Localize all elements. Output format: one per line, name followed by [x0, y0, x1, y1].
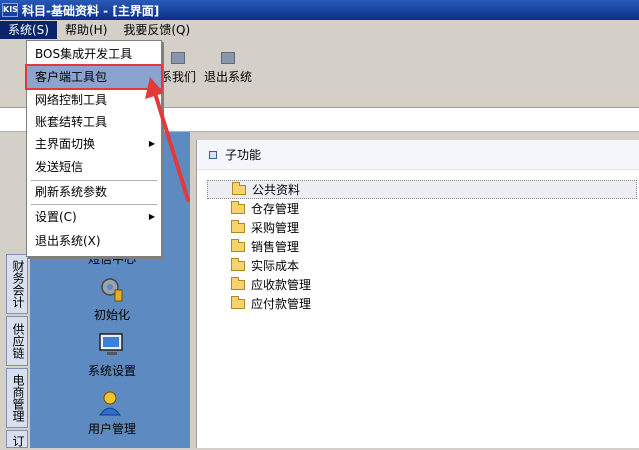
- tree-node-inventory[interactable]: 仓存管理: [207, 199, 637, 218]
- menu-feedback[interactable]: 我要反馈(Q): [115, 21, 198, 39]
- folder-icon: [232, 181, 246, 195]
- tree-node-public-data[interactable]: 公共资料: [207, 180, 637, 199]
- user-icon: [99, 391, 121, 416]
- sub-function-panel: 子功能 公共资料 仓存管理 采购管理 销售管理 实际成本 应收款管理 应付款管理: [196, 140, 639, 448]
- settings-label: 设置(C): [35, 210, 77, 224]
- menu-item-network-control[interactable]: 网络控制工具: [27, 89, 161, 111]
- system-settings-label: 系统设置: [87, 364, 136, 378]
- tab-finance[interactable]: 财务会计: [6, 254, 28, 314]
- gear-icon: [101, 278, 123, 302]
- app-logo-icon: KIS: [2, 3, 18, 17]
- tree-node-label: 仓存管理: [251, 202, 300, 216]
- sub-function-header: 子功能: [197, 140, 639, 170]
- tree-node-label: 采购管理: [251, 221, 300, 235]
- submenu-arrow-icon: ▶: [148, 139, 155, 148]
- tree-node-label: 实际成本: [251, 259, 300, 273]
- menu-help[interactable]: 帮助(H): [57, 21, 115, 39]
- window-title: 科目-基础资料 - [主界面]: [22, 3, 160, 18]
- folder-icon: [231, 276, 245, 290]
- contact-button[interactable]: 系我们: [160, 52, 196, 102]
- exit-system-button[interactable]: 退出系统: [200, 52, 256, 102]
- menu-item-client-toolkit[interactable]: 客户端工具包: [25, 64, 163, 90]
- launcher-user-management[interactable]: 用户管理: [82, 388, 142, 437]
- menu-item-exit-system[interactable]: 退出系统(X): [27, 230, 161, 252]
- menu-item-account-transfer[interactable]: 账套结转工具: [27, 111, 161, 133]
- launcher-initialize[interactable]: 初始化: [82, 274, 142, 323]
- folder-icon: [231, 219, 245, 233]
- tree-node-label: 销售管理: [251, 240, 300, 254]
- contact-label: 系我们: [160, 70, 197, 84]
- tree-node-payables[interactable]: 应付款管理: [207, 294, 637, 313]
- tree-node-receivables[interactable]: 应收款管理: [207, 275, 637, 294]
- folder-icon: [231, 257, 245, 271]
- title-bar: KIS 科目-基础资料 - [主界面]: [0, 0, 639, 20]
- folder-icon: [231, 200, 245, 214]
- folder-icon: [231, 295, 245, 309]
- sub-function-title: 子功能: [225, 148, 262, 162]
- user-management-label: 用户管理: [87, 422, 136, 436]
- exit-icon: [221, 52, 235, 64]
- menu-system[interactable]: 系统(S): [0, 21, 57, 39]
- folder-icon: [231, 238, 245, 252]
- tree-node-label: 公共资料: [252, 183, 301, 197]
- menu-separator: [31, 204, 157, 205]
- tab-order[interactable]: 订: [6, 430, 28, 448]
- tree-node-actual-cost[interactable]: 实际成本: [207, 256, 637, 275]
- panel-square-icon: [209, 150, 217, 159]
- menu-item-bos-tool[interactable]: BOS集成开发工具: [27, 43, 161, 65]
- tree-node-label: 应付款管理: [251, 297, 312, 311]
- menu-item-settings[interactable]: 设置(C) ▶: [27, 206, 161, 228]
- vertical-tabs: 财务会计 供应链 电商管理 订: [6, 254, 28, 450]
- tree-node-sales[interactable]: 销售管理: [207, 237, 637, 256]
- submenu-arrow-icon: ▶: [148, 212, 155, 221]
- tab-supply-chain[interactable]: 供应链: [6, 316, 28, 366]
- menu-item-send-sms[interactable]: 发送短信: [27, 156, 161, 178]
- launcher-system-settings[interactable]: 系统设置: [82, 330, 142, 379]
- switch-main-ui-label: 主界面切换: [35, 137, 96, 151]
- function-tree: 公共资料 仓存管理 采购管理 销售管理 实际成本 应收款管理 应付款管理: [207, 180, 637, 313]
- system-menu-dropdown: BOS集成开发工具 客户端工具包 网络控制工具 账套结转工具 主界面切换 ▶ 发…: [25, 40, 163, 257]
- contact-icon: [171, 52, 185, 64]
- menu-bar: 系统(S) 帮助(H) 我要反馈(Q): [0, 20, 639, 40]
- tree-node-label: 应收款管理: [251, 278, 312, 292]
- monitor-icon: [99, 333, 123, 355]
- menu-item-switch-main-ui[interactable]: 主界面切换 ▶: [27, 133, 161, 155]
- initialize-label: 初始化: [93, 308, 130, 322]
- tree-node-purchasing[interactable]: 采购管理: [207, 218, 637, 237]
- exit-label: 退出系统: [203, 70, 252, 84]
- tab-ecommerce[interactable]: 电商管理: [6, 368, 28, 428]
- menu-item-refresh-params[interactable]: 刷新系统参数: [27, 181, 161, 203]
